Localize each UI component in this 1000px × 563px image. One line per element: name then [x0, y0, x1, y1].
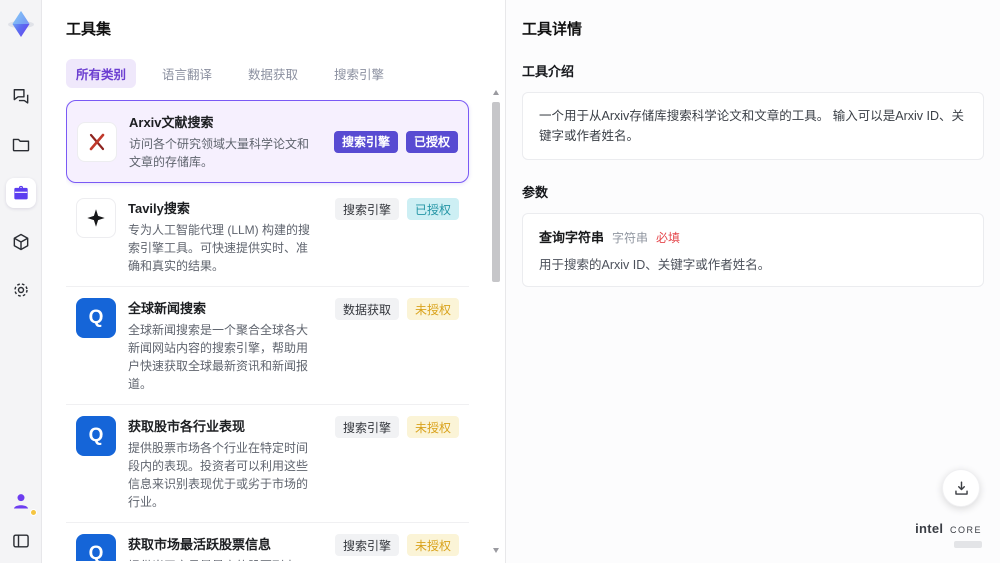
blueq-tool-icon: Q — [76, 416, 116, 456]
avatar-icon — [13, 494, 28, 509]
category-tabs: 所有类别 语言翻译 数据获取 搜索引擎 — [66, 59, 483, 88]
q-logo-icon: Q — [88, 307, 104, 328]
tool-name: Tavily搜索 — [128, 201, 190, 216]
intro-text: 一个用于从Arxiv存储库搜索科学论文和文章的工具。 输入可以是Arxiv ID… — [539, 109, 965, 143]
parameter-description: 用于搜索的Arxiv ID、关键字或作者姓名。 — [539, 258, 771, 272]
tool-list-item[interactable]: Q 获取股市各行业表现 提供股票市场各个行业在特定时间段内的表现。投资者可以利用… — [66, 404, 469, 522]
tab-category-2[interactable]: 数据获取 — [238, 59, 308, 88]
sidebar-item-packages[interactable] — [7, 228, 35, 256]
download-icon — [954, 480, 968, 495]
app-window: 工具集 所有类别 语言翻译 数据获取 搜索引擎 Arxiv文献搜索 访问各个研究领域大… — [0, 0, 1000, 563]
tool-description: 访问各个研究领域大量科学论文和文章的存储库。 — [129, 137, 310, 169]
tool-list-item[interactable]: Tavily搜索 专为人工智能代理 (LLM) 构建的搜索引擎工具。可快速提供实… — [66, 187, 469, 286]
parameter-type: 字符串 — [612, 231, 649, 245]
scrollbar-thumb[interactable] — [492, 102, 500, 282]
sidebar-bottom — [7, 487, 37, 555]
briefcase-icon — [13, 185, 28, 200]
diamond-logo-icon — [7, 11, 34, 37]
intro-card: 一个用于从Arxiv存储库搜索科学论文和文章的工具。 输入可以是Arxiv ID… — [522, 92, 984, 160]
tool-description: 专为人工智能代理 (LLM) 构建的搜索引擎工具。可快速提供实时、准确和真实的结… — [128, 223, 311, 273]
tool-name: 获取市场最活跃股票信息 — [128, 537, 272, 552]
category-badge: 搜索引擎 — [333, 130, 398, 153]
app-logo[interactable] — [5, 8, 37, 40]
auth-status-badge: 未授权 — [406, 416, 459, 438]
sidebar-item-chat[interactable] — [7, 82, 35, 110]
sidebar-item-tools[interactable] — [5, 178, 36, 208]
intel-brand-text: intel — [915, 521, 944, 536]
tool-list-item[interactable]: Q 全球新闻搜索 全球新闻搜索是一个聚合全球各大新闻网站内容的搜索引擎，帮助用户… — [66, 286, 469, 404]
intro-heading: 工具介绍 — [522, 64, 575, 79]
tool-description: 全球新闻搜索是一个聚合全球各大新闻网站内容的搜索引擎，帮助用户快速获取全球最新资… — [128, 323, 309, 391]
category-badge: 搜索引擎 — [334, 416, 399, 438]
blueq-tool-icon: Q — [76, 534, 116, 561]
gear-icon — [13, 283, 28, 297]
auth-status-badge: 已授权 — [406, 198, 459, 220]
intel-core-logo: intel core — [915, 521, 982, 551]
arxiv-tool-icon — [77, 121, 117, 162]
list-scrollbar[interactable] — [491, 90, 501, 553]
tab-category-0[interactable]: 所有类别 — [66, 59, 137, 88]
tavily-tool-icon — [76, 198, 116, 238]
parameter-required-flag: 必填 — [656, 231, 681, 245]
download-button[interactable] — [942, 469, 980, 507]
tab-category-3[interactable]: 搜索引擎 — [324, 59, 394, 88]
intel-sub-badge — [954, 541, 982, 548]
page-title: 工具集 — [66, 21, 112, 38]
user-avatar[interactable] — [7, 487, 37, 516]
chat-icon — [13, 89, 28, 104]
category-badge: 搜索引擎 — [334, 534, 399, 556]
tavily-star-icon — [87, 209, 105, 227]
tool-description: 提供股票市场各个行业在特定时间段内的表现。投资者可以利用这些信息来识别表现优于或… — [128, 441, 309, 509]
sidebar-item-files[interactable] — [7, 130, 35, 158]
category-badge: 搜索引擎 — [334, 198, 399, 220]
collapse-sidebar-button[interactable] — [7, 527, 35, 555]
auth-status-badge: 未授权 — [406, 298, 459, 320]
sidebar — [0, 0, 42, 563]
tool-description: 提供当天交易量最高的股票列表，投资者可以利用这些信息来识别流动性强的股票和潜在的… — [128, 557, 319, 561]
params-card: 查询字符串 字符串 必填 用于搜索的Arxiv ID、关键字或作者姓名。 — [522, 213, 984, 287]
tool-details-panel: 工具详情 工具介绍 一个用于从Arxiv存储库搜索科学论文和文章的工具。 输入可… — [506, 0, 1000, 563]
avatar-status-dot — [29, 509, 37, 516]
cube-icon — [13, 233, 28, 251]
category-badge: 数据获取 — [334, 298, 399, 320]
scroll-up-icon[interactable] — [493, 90, 499, 95]
q-logo-icon: Q — [88, 543, 104, 561]
arxiv-icon — [89, 133, 105, 150]
blueq-tool-icon: Q — [76, 298, 116, 338]
tool-list-item[interactable]: Arxiv文献搜索 访问各个研究领域大量科学论文和文章的存储库。 搜索引擎 已授… — [66, 100, 469, 183]
auth-status-badge: 已授权 — [405, 130, 458, 153]
tool-name: 全球新闻搜索 — [128, 301, 207, 316]
sidebar-nav — [5, 82, 36, 304]
tool-name: 获取股市各行业表现 — [128, 419, 246, 434]
parameter-row: 查询字符串 字符串 必填 用于搜索的Arxiv ID、关键字或作者姓名。 — [539, 227, 967, 273]
tool-name: Arxiv文献搜索 — [129, 115, 214, 130]
details-title: 工具详情 — [522, 21, 583, 38]
q-logo-icon: Q — [88, 425, 104, 446]
toolset-panel: 工具集 所有类别 语言翻译 数据获取 搜索引擎 Arxiv文献搜索 访问各个研究领域大… — [42, 0, 506, 563]
scroll-down-icon[interactable] — [493, 548, 499, 553]
auth-status-badge: 未授权 — [406, 534, 459, 556]
panel-collapse-icon — [12, 534, 29, 548]
params-heading: 参数 — [522, 185, 549, 200]
tool-list: Arxiv文献搜索 访问各个研究领域大量科学论文和文章的存储库。 搜索引擎 已授… — [66, 100, 483, 561]
tool-list-item[interactable]: Q 获取市场最活跃股票信息 提供当天交易量最高的股票列表，投资者可以利用这些信息… — [66, 522, 469, 561]
sidebar-item-settings[interactable] — [7, 276, 35, 304]
tab-category-1[interactable]: 语言翻译 — [152, 59, 222, 88]
folder-icon — [12, 138, 29, 152]
parameter-name: 查询字符串 — [539, 230, 605, 245]
core-brand-text: core — [949, 521, 982, 536]
